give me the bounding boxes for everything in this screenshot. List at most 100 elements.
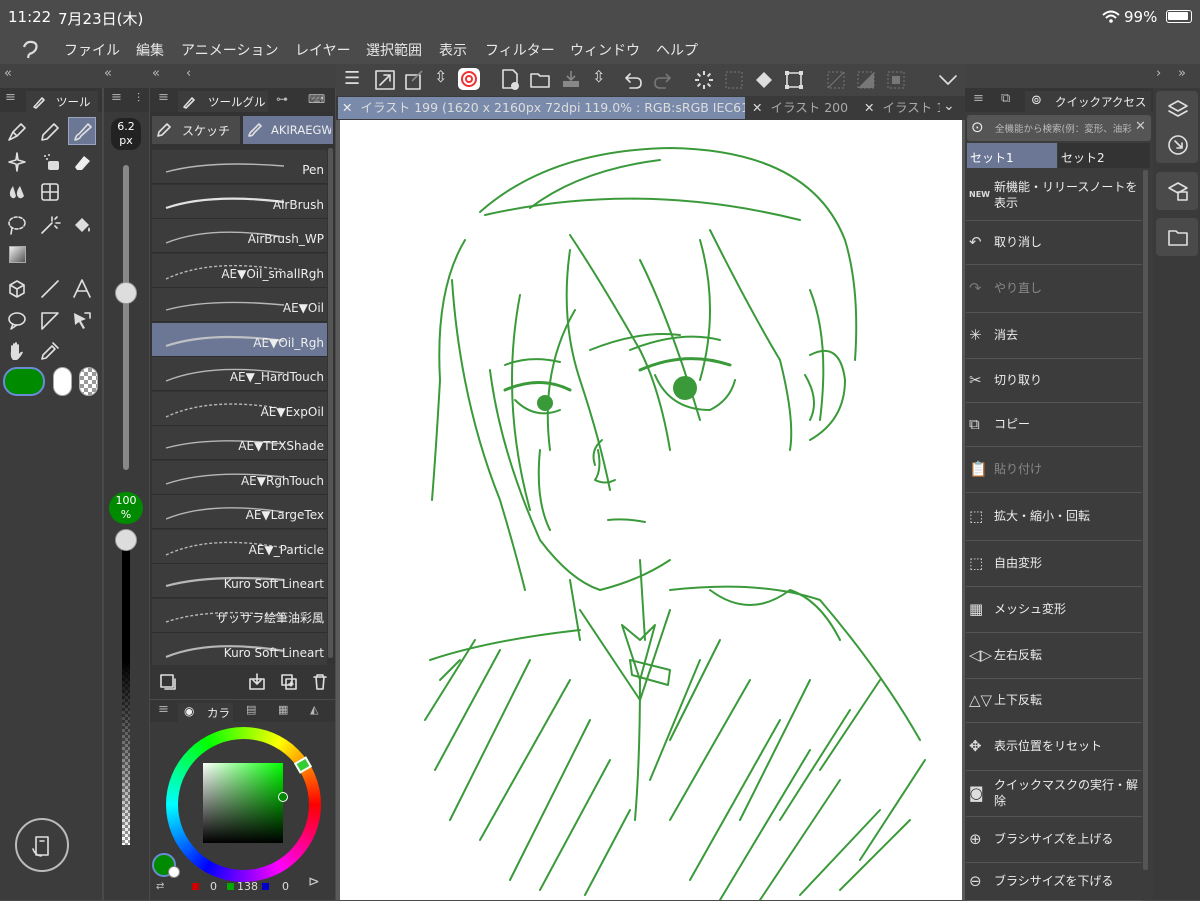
brush-size-knob[interactable] bbox=[115, 282, 137, 305]
gradient-tool-icon[interactable] bbox=[9, 246, 26, 263]
document-tab-active[interactable]: ✕ イラスト 199 (1620 x 2160px 72dpi 119.0% :… bbox=[338, 97, 745, 119]
panel-menu-icon[interactable]: ≡ bbox=[5, 90, 16, 105]
panel-menu-icon[interactable]: ≡ bbox=[111, 90, 122, 105]
open-folder-icon[interactable] bbox=[529, 69, 553, 91]
eyedropper-icon[interactable] bbox=[39, 340, 61, 362]
menu-window[interactable]: ウィンドウ bbox=[570, 40, 640, 60]
delete-subtool-icon[interactable] bbox=[311, 673, 329, 691]
quick-access-item[interactable]: △▽ 上下反転 bbox=[966, 678, 1142, 723]
quick-access-item[interactable]: ↷ やり直し bbox=[966, 264, 1142, 313]
brush-row[interactable]: AE▼_Particle bbox=[152, 529, 327, 564]
lasso-select-icon[interactable] bbox=[6, 214, 28, 236]
menu-help[interactable]: ヘルプ bbox=[656, 40, 698, 60]
quick-access-item[interactable]: ⧉ コピー bbox=[966, 402, 1142, 447]
decoration-sparkle-icon[interactable] bbox=[6, 151, 28, 173]
menu-file[interactable]: ファイル bbox=[64, 40, 120, 60]
set-tab-1[interactable]: セット1 bbox=[967, 143, 1057, 168]
panel-menu-icon[interactable]: ≡ bbox=[973, 91, 984, 106]
object-cube-icon[interactable] bbox=[6, 278, 28, 300]
clear-icon[interactable] bbox=[693, 69, 715, 91]
quick-access-item[interactable]: ↶ 取り消し bbox=[966, 220, 1142, 265]
clear-outside-selection-icon[interactable] bbox=[723, 69, 745, 91]
quick-access-item[interactable]: ◙ クイックマスクの実行・解除 bbox=[966, 770, 1142, 817]
quick-access-item[interactable]: ▦ メッシュ変形 bbox=[966, 586, 1142, 633]
color-mode-icon[interactable]: ⊳ bbox=[308, 874, 320, 890]
chevron-down-icon[interactable] bbox=[938, 72, 958, 88]
switch-panel-button[interactable] bbox=[15, 818, 69, 872]
chevron-updown-icon[interactable]: ⇳ bbox=[592, 67, 605, 86]
clear-search-icon[interactable]: ✕ bbox=[1135, 119, 1146, 134]
eraser-icon[interactable] bbox=[71, 151, 93, 173]
brush-row[interactable]: AE▼RghTouch bbox=[152, 460, 327, 495]
quick-access-item[interactable]: ✂ 切り取り bbox=[966, 358, 1142, 403]
quick-access-item[interactable]: ◁▷ 左右反転 bbox=[966, 632, 1142, 679]
quick-access-dock-icon[interactable] bbox=[1166, 133, 1190, 157]
brush-row[interactable]: AE▼Oil_smallRgh bbox=[152, 253, 327, 288]
group-tab-akiraegw[interactable]: AKIRAEGW bbox=[243, 116, 333, 144]
collapse-left-icon[interactable]: « bbox=[4, 66, 12, 81]
sub-color-chip[interactable] bbox=[53, 367, 72, 396]
figure-ruler-icon[interactable] bbox=[39, 181, 61, 203]
brush-row[interactable]: AE▼LargeTex bbox=[152, 495, 327, 529]
brush-row[interactable]: AE▼Oil_Rgh bbox=[152, 322, 327, 357]
collapse-left-icon[interactable]: « bbox=[152, 66, 160, 81]
quick-access-item[interactable]: ⊕ ブラシサイズを上げる bbox=[966, 816, 1142, 863]
blend-drops-icon[interactable] bbox=[6, 181, 28, 203]
illustration-canvas[interactable] bbox=[340, 120, 962, 900]
hand-icon[interactable] bbox=[6, 340, 28, 362]
community-button[interactable] bbox=[458, 68, 480, 90]
tool-property-tab-icon[interactable]: ⊶ bbox=[276, 92, 288, 106]
brush-row[interactable]: AE▼_HardTouch bbox=[152, 357, 327, 391]
collapse-left-icon[interactable]: ‹ bbox=[186, 66, 191, 81]
sub-color-swatch[interactable] bbox=[168, 866, 180, 878]
line-tool-icon[interactable] bbox=[39, 278, 61, 300]
tool-tab[interactable]: ツール bbox=[26, 91, 98, 112]
sv-picker-cursor[interactable] bbox=[278, 792, 288, 802]
opacity-knob[interactable] bbox=[115, 529, 137, 551]
menu-selection[interactable]: 選択範囲 bbox=[366, 40, 422, 60]
brush-row[interactable]: AirBrush_WP bbox=[152, 219, 327, 253]
airbrush-icon[interactable] bbox=[39, 151, 61, 173]
brush-row[interactable]: Kuro Soft Lineart bbox=[152, 633, 327, 667]
export-icon[interactable] bbox=[404, 69, 426, 91]
material-folder-icon[interactable] bbox=[1166, 225, 1190, 249]
fit-view-icon[interactable] bbox=[374, 69, 396, 91]
document-tab[interactable]: ✕ イラスト 200 bbox=[748, 97, 856, 119]
close-tab-icon[interactable]: ✕ bbox=[864, 100, 874, 115]
brush-row[interactable]: AE▼Oil bbox=[152, 288, 327, 322]
main-color-chip[interactable] bbox=[3, 367, 45, 396]
expand-right-icon[interactable]: › bbox=[1156, 66, 1161, 81]
close-tab-icon[interactable]: ✕ bbox=[342, 100, 352, 115]
invert-selection-icon[interactable] bbox=[855, 69, 877, 91]
quick-access-item[interactable]: ✥ 表示位置をリセット bbox=[966, 722, 1142, 771]
layers-icon[interactable] bbox=[1166, 97, 1190, 121]
subtool-tab[interactable]: ツールグル bbox=[178, 91, 268, 112]
text-tool-icon[interactable] bbox=[71, 278, 93, 300]
menu-view[interactable]: 表示 bbox=[439, 40, 467, 60]
fill-icon[interactable] bbox=[753, 69, 775, 91]
selection-border-icon[interactable] bbox=[885, 69, 907, 91]
layer-tab-icon[interactable]: ⧉ bbox=[1001, 91, 1010, 106]
operation-arrow-icon[interactable] bbox=[71, 310, 93, 332]
brush-row[interactable]: ザッサラ絵筆油彩風 bbox=[152, 598, 327, 633]
expand-right-icon[interactable]: » bbox=[1178, 66, 1186, 81]
brush-row[interactable]: AE▼TEXShade bbox=[152, 426, 327, 460]
color-slider-tab-icon[interactable]: ▤ bbox=[246, 703, 256, 716]
quick-access-item[interactable]: NEW 新機能・リリースノートを表示 bbox=[966, 170, 1142, 221]
brush-list-scrollbar[interactable] bbox=[328, 148, 333, 658]
saturation-value-square[interactable] bbox=[203, 763, 283, 843]
redo-icon[interactable] bbox=[652, 69, 674, 91]
collapse-left-icon[interactable]: « bbox=[104, 66, 112, 81]
quick-access-item[interactable]: ⬚ 拡大・縮小・回転 bbox=[966, 492, 1142, 541]
save-icon[interactable] bbox=[559, 69, 583, 91]
chevron-updown-icon[interactable]: ⇳ bbox=[434, 67, 447, 86]
fill-bucket-icon[interactable] bbox=[71, 214, 93, 236]
transparent-color-chip[interactable] bbox=[79, 367, 98, 396]
color-set-tab-icon[interactable]: ▦ bbox=[278, 703, 288, 716]
opacity-track[interactable] bbox=[122, 540, 130, 845]
pencil-icon[interactable] bbox=[39, 121, 61, 143]
duplicate-subtool-icon[interactable] bbox=[280, 673, 298, 691]
hamburger-menu-icon[interactable]: ☰ bbox=[344, 68, 360, 89]
brush-row[interactable]: AirBrush bbox=[152, 184, 327, 219]
intermediate-color-tab-icon[interactable]: ◭ bbox=[310, 703, 318, 716]
